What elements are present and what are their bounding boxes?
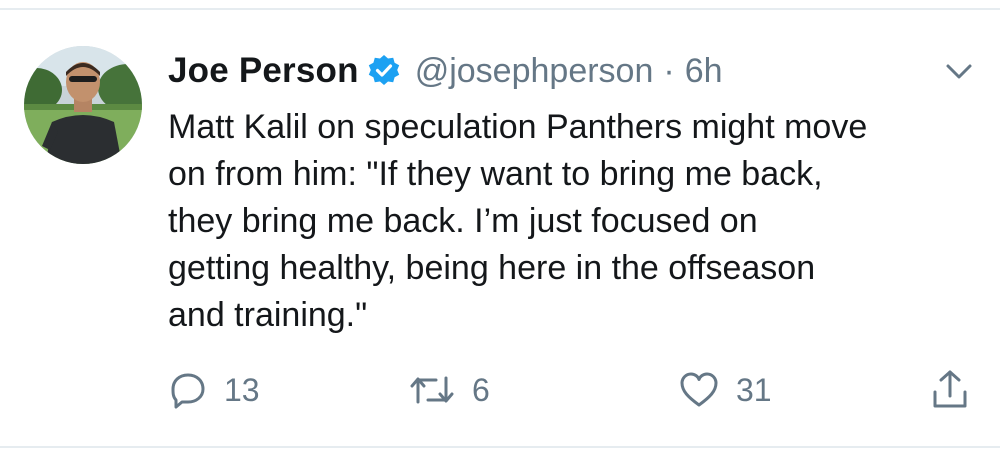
share-icon [933,370,967,408]
chevron-down-icon[interactable] [942,60,976,84]
like-button[interactable]: 31 [678,362,772,418]
display-name[interactable]: Joe Person [168,51,359,91]
reply-count: 13 [224,371,260,408]
heart-icon [680,372,718,407]
avatar[interactable] [24,46,142,164]
like-count: 31 [736,371,772,408]
verified-badge-icon [368,55,399,85]
retweet-icon [410,376,454,404]
reply-button[interactable]: 13 [168,362,260,418]
retweet-count: 6 [472,371,490,408]
tweet-text: Matt Kalil on speculation Panthers might… [168,108,868,334]
avatar-photo [24,46,142,164]
handle[interactable]: @josephperson [415,52,654,91]
share-button[interactable] [930,362,970,418]
action-bar: 13 6 31 [0,362,1000,418]
retweet-button[interactable]: 6 [408,362,490,418]
divider [0,8,1000,10]
tweet-header: Joe Person @josephperson · 6h [168,46,723,96]
tweet-card[interactable]: Joe Person @josephperson · 6h Matt Kalil… [0,0,1000,452]
divider [0,446,1000,448]
reply-icon [171,373,205,409]
timestamp[interactable]: 6h [685,52,723,91]
separator-dot: · [663,51,675,90]
